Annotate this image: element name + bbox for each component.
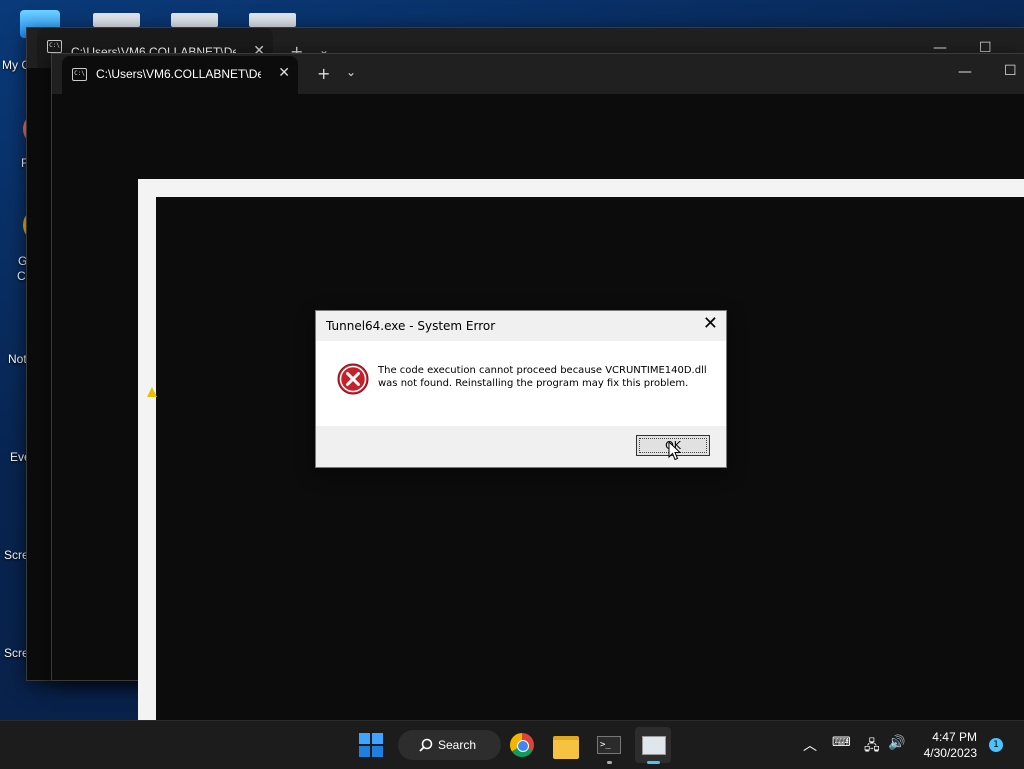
folder-icon — [553, 736, 579, 759]
date: 4/30/2023 — [923, 746, 977, 760]
cursor-icon — [668, 441, 681, 461]
search-box[interactable]: Search — [398, 730, 501, 760]
window-icon[interactable] — [171, 13, 218, 27]
network-icon[interactable]: 🖧 — [864, 735, 880, 759]
error-icon — [337, 363, 369, 395]
close-icon[interactable]: ✕ — [703, 315, 718, 333]
window-icon[interactable] — [249, 13, 296, 27]
terminal-tab[interactable]: C:\ C:\Users\VM6.COLLABNET\De ✕ — [62, 56, 298, 94]
desktop-icon-label: C — [17, 269, 26, 283]
taskbar-active-app[interactable] — [635, 727, 671, 764]
clock[interactable]: 4:47 PM 4/30/2023 — [924, 729, 977, 761]
search-icon — [419, 738, 433, 752]
system-error-dialog: Tunnel64.exe - System Error ✕ The code e… — [315, 310, 727, 468]
tab-title: C:\Users\VM6.COLLABNET\De — [96, 67, 261, 81]
notification-badge[interactable]: 1 — [989, 738, 1003, 752]
new-tab-button[interactable]: + — [317, 66, 330, 82]
minimize-button[interactable]: — — [958, 64, 972, 80]
cmd-icon: C:\ — [47, 40, 62, 53]
chrome-icon — [510, 733, 534, 757]
show-hidden-icons-chevron-up-icon[interactable]: ︿ — [803, 735, 817, 755]
error-message: The code execution cannot proceed becaus… — [378, 365, 707, 389]
desktop-icon-label: Scre — [4, 548, 29, 562]
app-window-icon — [642, 736, 666, 755]
cmd-icon: C:\ — [72, 68, 87, 81]
title-bar[interactable]: C:\ C:\Users\VM6.COLLABNET\De ✕ + ⌄ — ☐ — [52, 54, 1024, 94]
close-tab-icon[interactable]: ✕ — [278, 64, 290, 81]
window-icon[interactable] — [93, 13, 140, 27]
taskbar: Search >_ ︿ ⌨ 🖧 🔊 4:47 PM 4/30/2023 1 — [0, 720, 1024, 769]
desktop-icon-label: Not — [8, 352, 27, 366]
taskbar-file-explorer[interactable] — [548, 727, 584, 763]
warning-icon — [147, 387, 157, 397]
dialog-title: Tunnel64.exe - System Error — [326, 319, 496, 333]
volume-icon[interactable]: 🔊 — [888, 735, 905, 751]
keyboard-icon[interactable]: ⌨ — [832, 735, 851, 750]
terminal-icon: >_ — [597, 736, 621, 754]
taskbar-chrome[interactable] — [504, 727, 540, 763]
dialog-body: The code execution cannot proceed becaus… — [316, 341, 726, 426]
time: 4:47 PM — [932, 730, 977, 744]
chevron-down-icon[interactable]: ⌄ — [346, 64, 356, 80]
maximize-button[interactable]: ☐ — [1004, 63, 1017, 79]
search-label: Search — [438, 738, 477, 752]
windows-icon — [359, 733, 383, 757]
taskbar-terminal[interactable]: >_ — [591, 727, 627, 764]
start-button[interactable] — [353, 727, 389, 763]
